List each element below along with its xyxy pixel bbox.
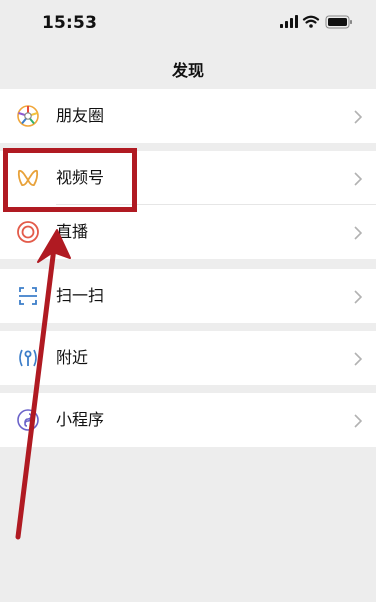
status-icons: [280, 15, 354, 29]
menu-item-label: 小程序: [56, 410, 105, 429]
menu-group-nearby: 附近: [0, 331, 376, 385]
menu-item-live[interactable]: 直播: [0, 205, 376, 259]
channels-icon: [16, 166, 40, 190]
chevron-right-icon: [354, 109, 363, 124]
status-time: 15:53: [42, 13, 98, 33]
signal-icon: [280, 15, 298, 28]
menu-item-nearby[interactable]: 附近: [0, 331, 376, 385]
chevron-right-icon: [354, 171, 363, 186]
menu-item-mini-program[interactable]: 小程序: [0, 393, 376, 447]
scan-icon: [16, 284, 40, 308]
menu-item-label: 附近: [56, 348, 89, 367]
page-title: 发现: [171, 61, 204, 80]
menu-item-moments[interactable]: 朋友圈: [0, 89, 376, 143]
status-bar: 15:53: [0, 0, 376, 46]
live-icon: [16, 220, 40, 244]
chevron-right-icon: [354, 289, 363, 304]
chevron-right-icon: [354, 351, 363, 366]
menu-group-mini-program: 小程序: [0, 393, 376, 447]
chevron-right-icon: [354, 413, 363, 428]
menu-item-label: 朋友圈: [56, 106, 105, 125]
wifi-icon: [302, 15, 320, 28]
menu-group-scan: 扫一扫: [0, 269, 376, 323]
menu-item-channels[interactable]: 视频号: [0, 151, 376, 205]
menu-item-label: 视频号: [56, 168, 105, 187]
battery-icon: [325, 15, 352, 29]
menu-item-label: 扫一扫: [56, 286, 105, 305]
moments-icon: [16, 104, 40, 128]
nearby-icon: [16, 346, 40, 370]
menu-item-label: 直播: [56, 222, 89, 241]
menu-group-channels: 视频号 直播: [0, 151, 376, 259]
menu-item-scan[interactable]: 扫一扫: [0, 269, 376, 323]
mini-program-icon: [16, 408, 40, 432]
menu-group-moments: 朋友圈: [0, 89, 376, 143]
chevron-right-icon: [354, 225, 363, 240]
